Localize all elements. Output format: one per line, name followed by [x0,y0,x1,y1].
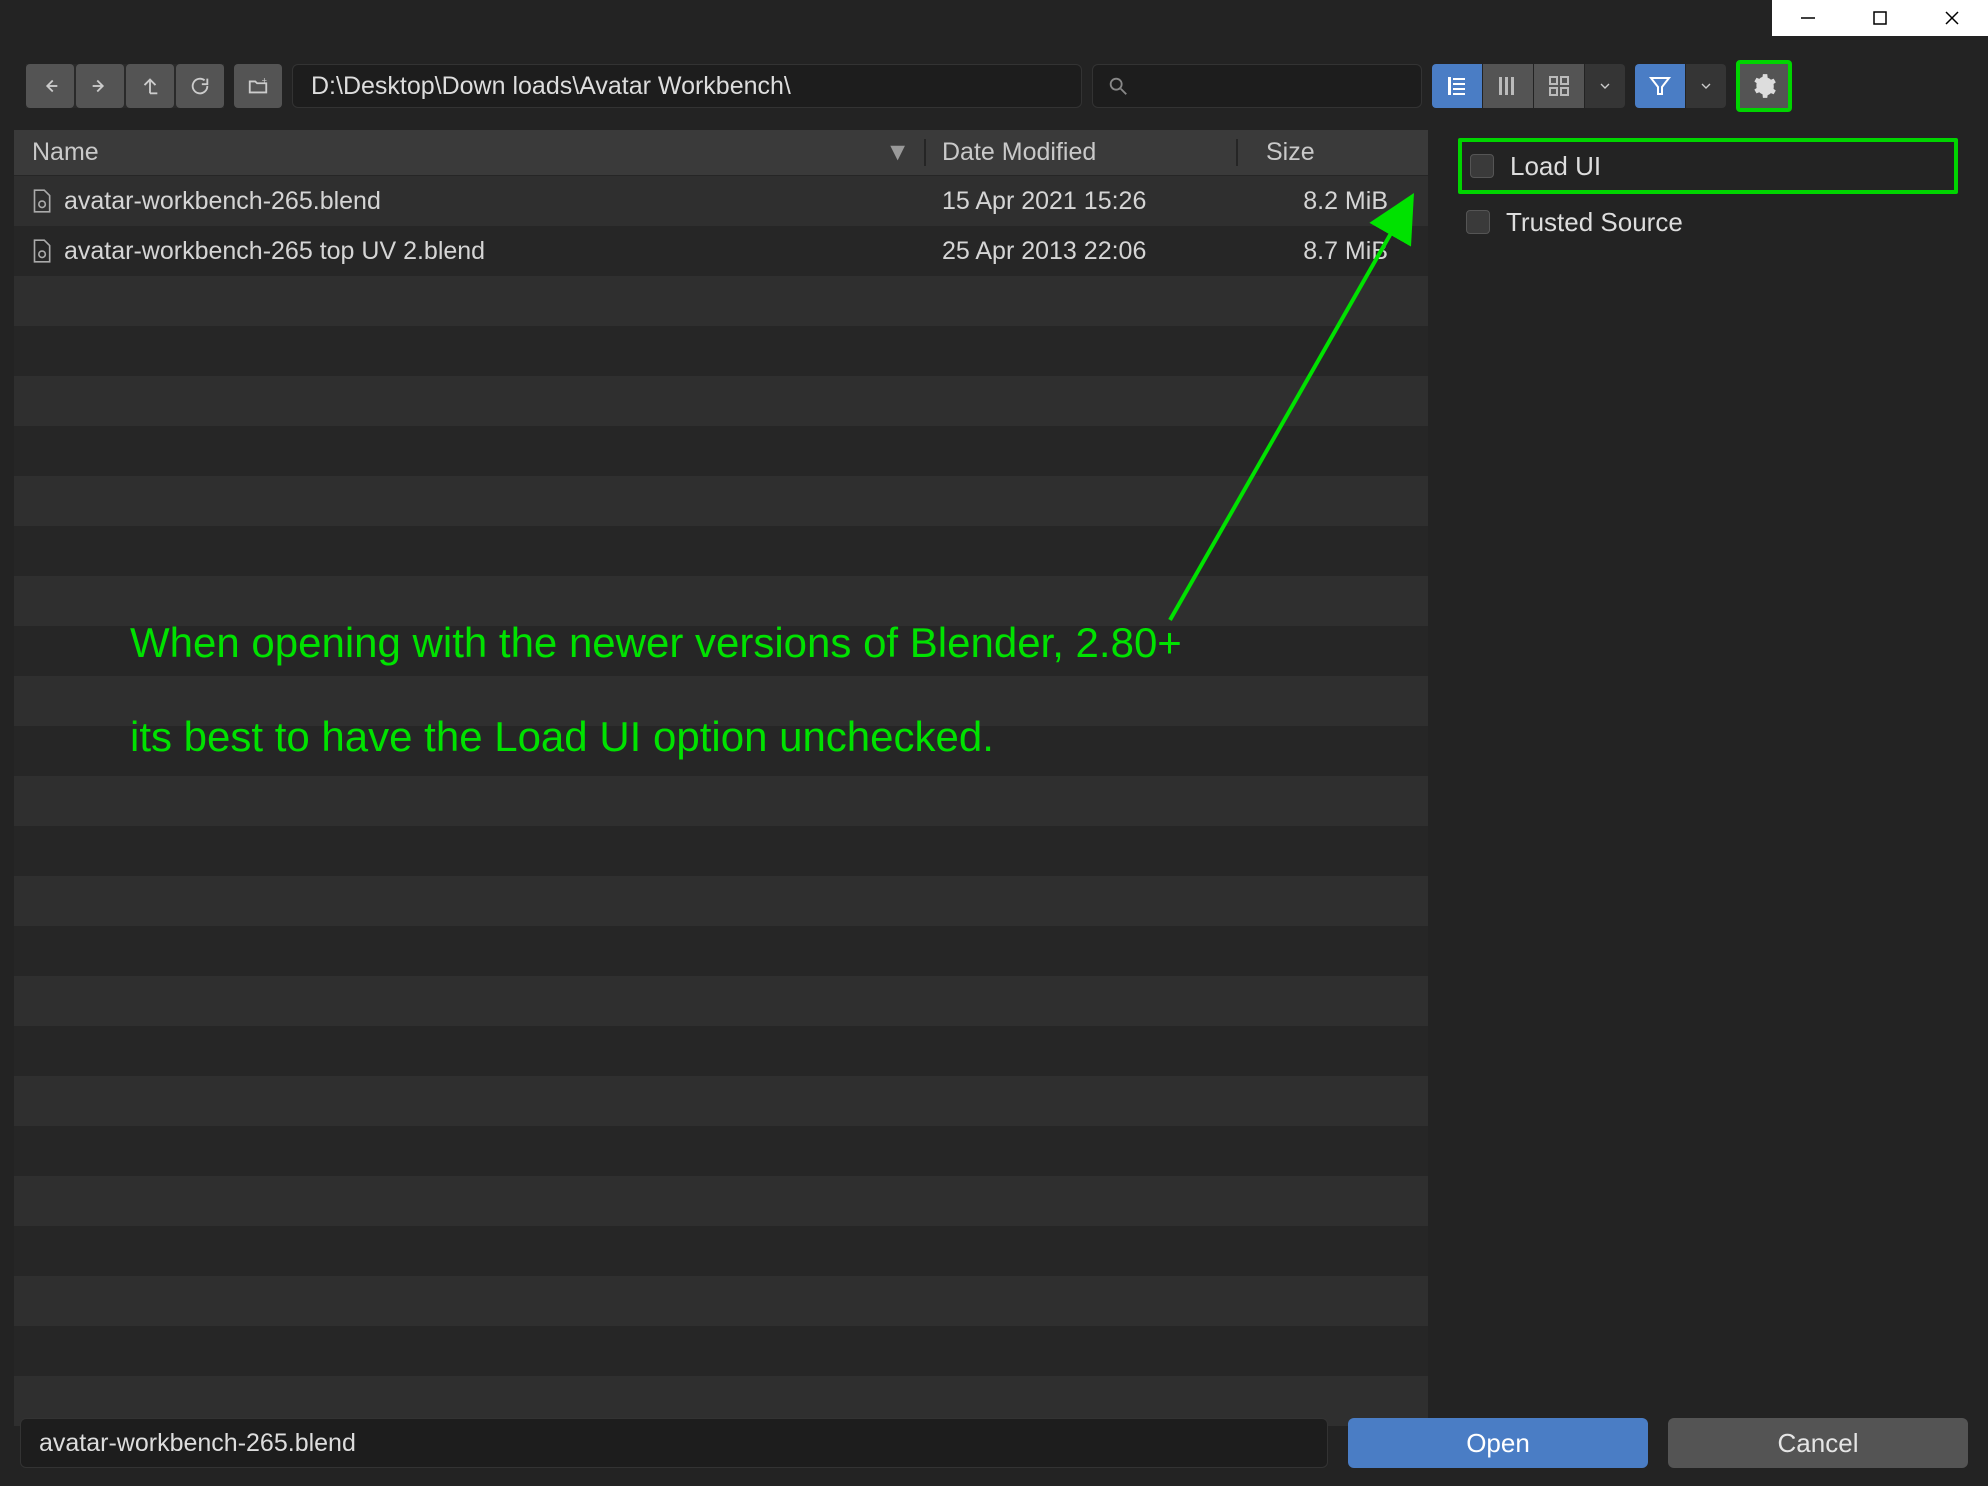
filter-dropdown-button[interactable] [1686,64,1726,108]
file-row[interactable]: avatar-workbench-265 top UV 2.blend 25 A… [14,226,1428,276]
refresh-button[interactable] [176,64,224,108]
view-list-vertical-button[interactable] [1432,64,1482,108]
close-button[interactable] [1916,0,1988,36]
svg-text:+: + [262,75,267,85]
filter-button[interactable] [1635,64,1685,108]
column-name-label: Name [32,138,99,167]
file-size: 8.2 MiB [1238,187,1428,216]
file-date: 25 Apr 2013 22:06 [928,237,1238,266]
annotation-text: When opening with the newer versions of … [130,620,1182,808]
display-mode-group [1432,64,1625,108]
file-row[interactable]: avatar-workbench-265.blend 15 Apr 2021 1… [14,176,1428,226]
blend-file-icon [28,188,54,214]
load-ui-checkbox[interactable]: Load UI [1458,138,1958,194]
checkbox-icon [1470,154,1494,178]
list-header: Name ▼ Date Modified Size [14,130,1428,176]
maximize-button[interactable] [1844,0,1916,36]
file-name: avatar-workbench-265.blend [64,187,381,216]
cancel-button[interactable]: Cancel [1668,1418,1968,1468]
trusted-source-checkbox[interactable]: Trusted Source [1458,194,1958,250]
filename-input[interactable]: avatar-workbench-265.blend [20,1418,1328,1468]
minimize-button[interactable] [1772,0,1844,36]
load-ui-label: Load UI [1510,151,1601,182]
view-thumbnails-button[interactable] [1534,64,1584,108]
column-date[interactable]: Date Modified [926,138,1236,167]
new-folder-button[interactable]: + [234,64,282,108]
forward-button[interactable] [76,64,124,108]
view-list-horizontal-button[interactable] [1483,64,1533,108]
blend-file-icon [28,238,54,264]
search-input[interactable] [1092,64,1422,108]
trusted-source-label: Trusted Source [1506,207,1683,238]
column-name[interactable]: Name ▼ [14,138,924,167]
settings-button[interactable] [1736,60,1792,112]
options-panel: Load UI Trusted Source [1428,130,1988,258]
checkbox-icon [1466,210,1490,234]
file-size: 8.7 MiB [1238,237,1428,266]
path-input[interactable]: D:\Desktop\Down loads\Avatar Workbench\ [292,64,1082,108]
file-name: avatar-workbench-265 top UV 2.blend [64,237,485,266]
file-date: 15 Apr 2021 15:26 [928,187,1238,216]
column-size[interactable]: Size [1238,138,1428,167]
display-dropdown-button[interactable] [1585,64,1625,108]
open-button[interactable]: Open [1348,1418,1648,1468]
up-button[interactable] [126,64,174,108]
sort-caret-icon: ▼ [885,138,910,167]
back-button[interactable] [26,64,74,108]
